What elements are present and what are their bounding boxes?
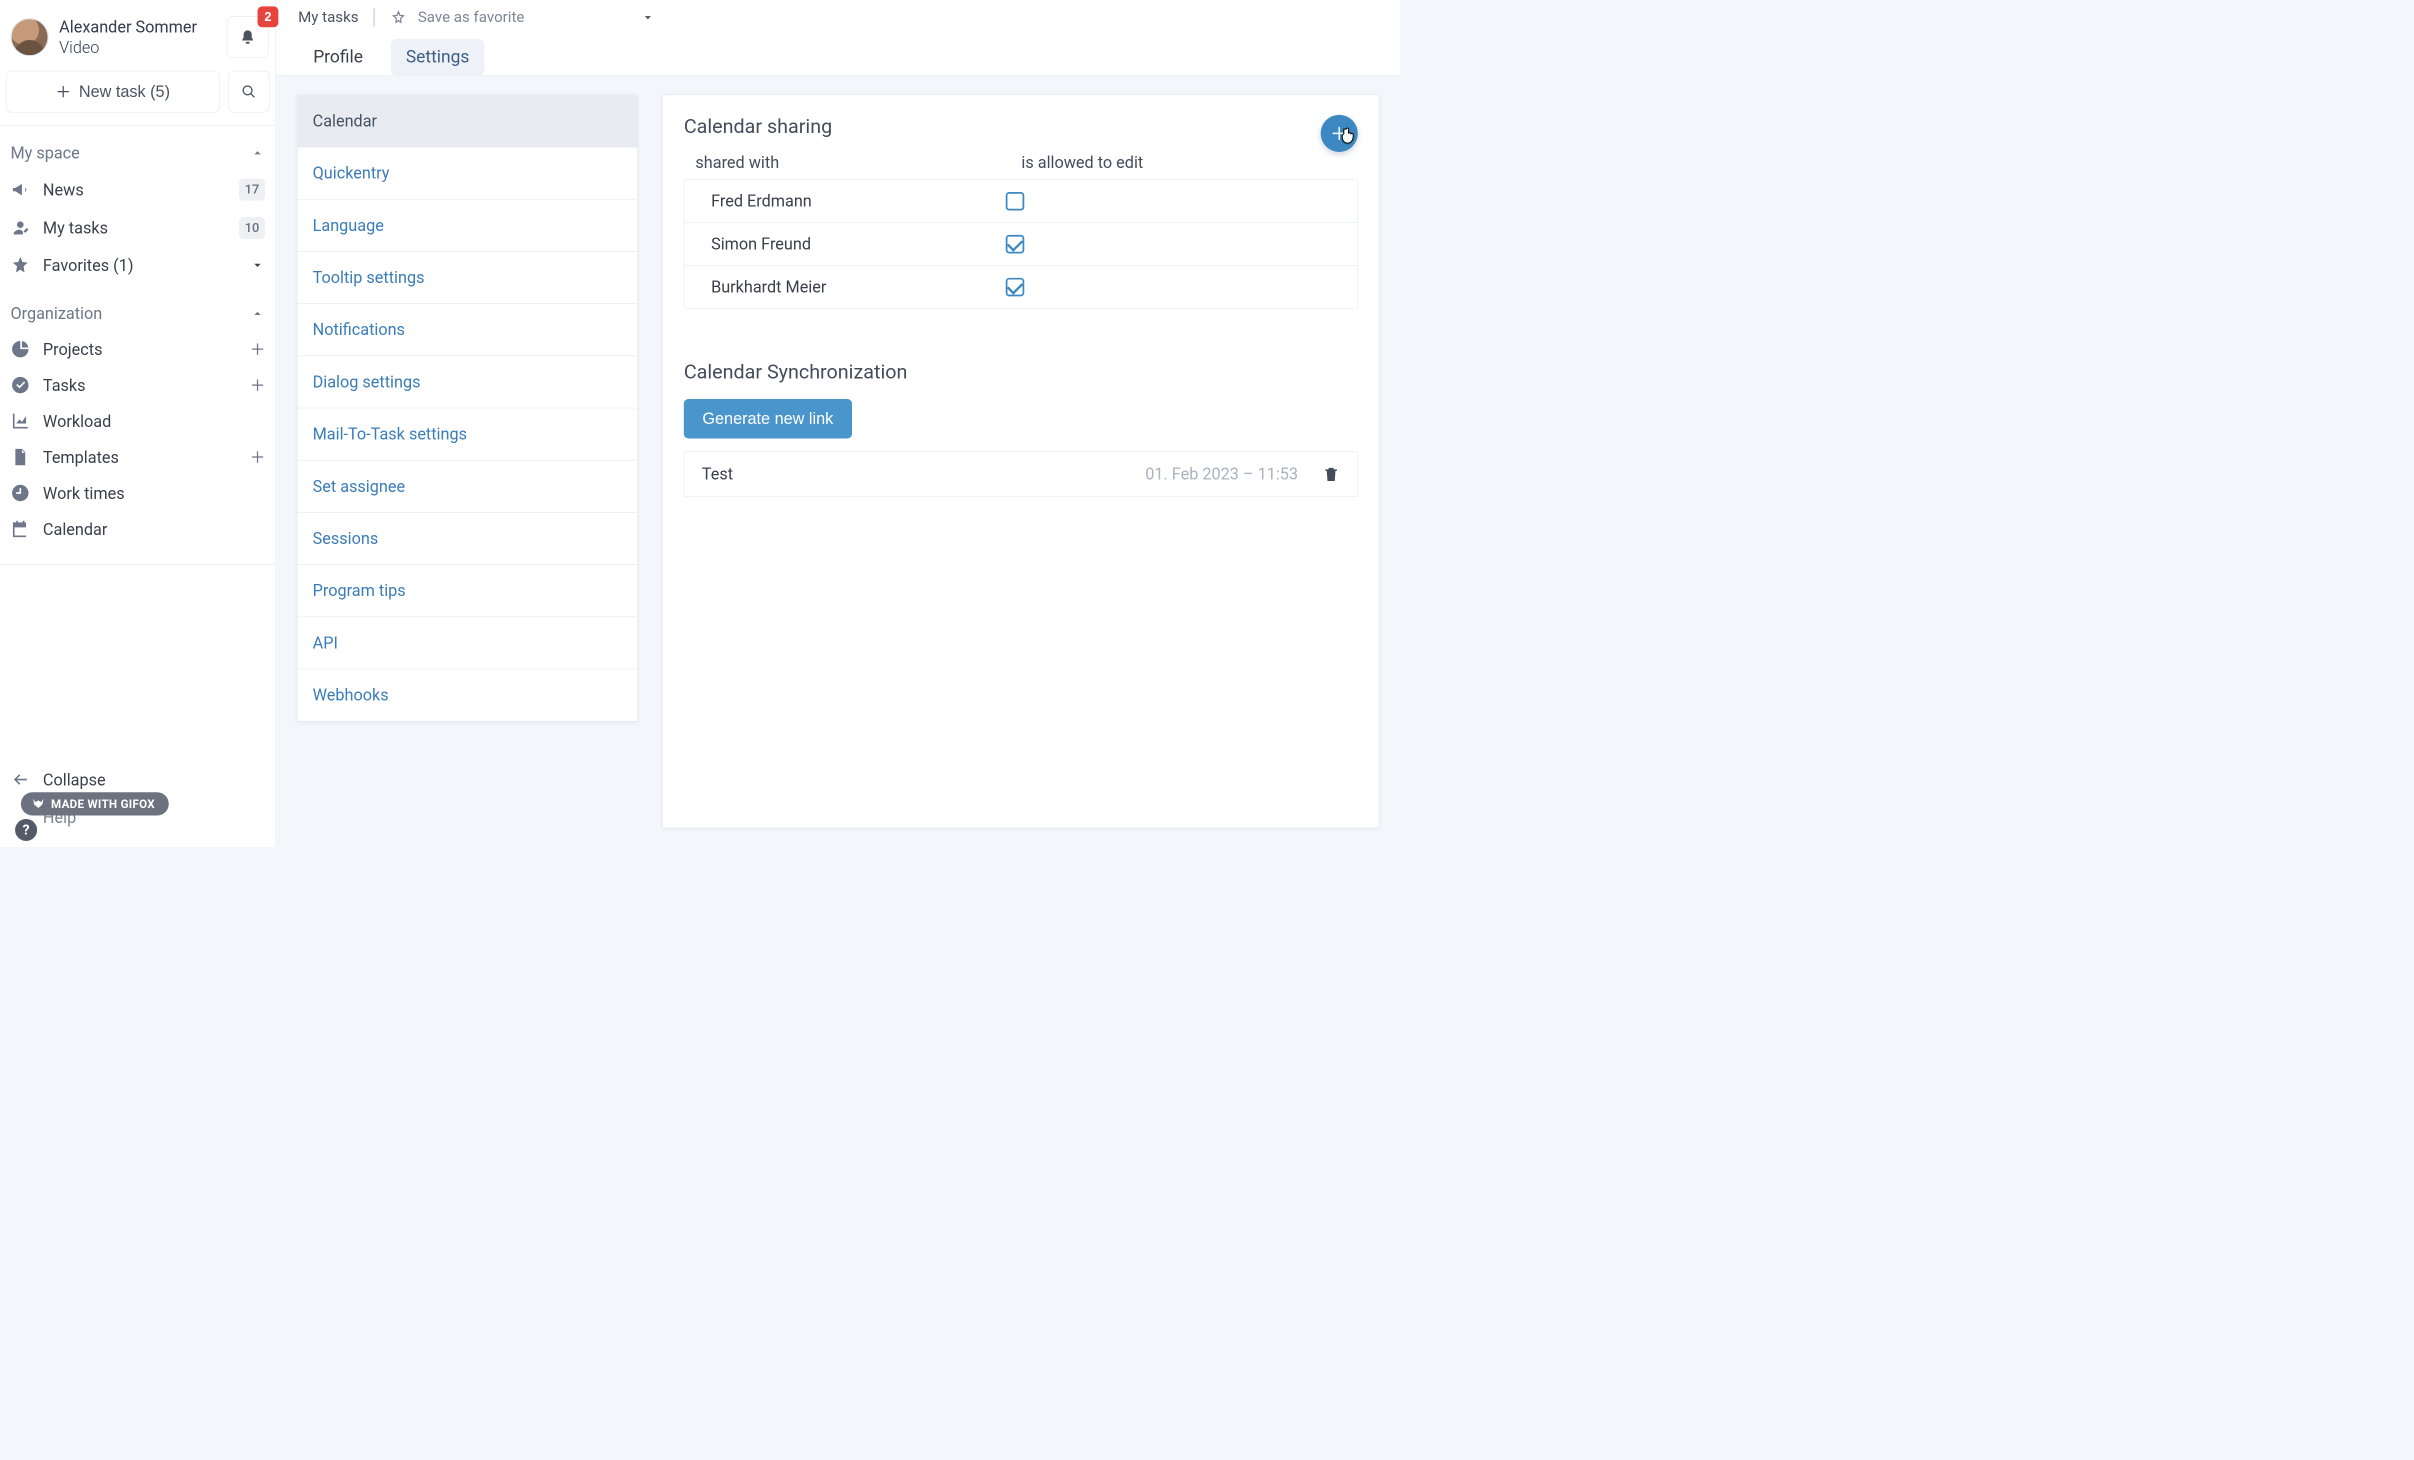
crumb-separator: │ [370, 8, 379, 26]
nav-header-organization[interactable]: Organization [7, 299, 269, 331]
tab-settings[interactable]: Settings [391, 39, 485, 76]
chevron-up-icon [250, 306, 265, 321]
clock-icon [10, 483, 30, 503]
breadcrumb: My tasks │ Save as favorite [298, 6, 1385, 32]
tab-profile[interactable]: Profile [298, 39, 378, 76]
settings-nav-sessions[interactable]: Sessions [298, 513, 638, 565]
search-icon [241, 84, 256, 99]
edit-checkbox[interactable] [1006, 235, 1025, 254]
settings-nav-quickentry[interactable]: Quickentry [298, 147, 638, 199]
col-allowed-edit: is allowed to edit [1021, 153, 1346, 172]
main: My tasks │ Save as favorite Profile Sett… [276, 0, 1400, 847]
notifications-button[interactable]: 2 [227, 16, 269, 58]
cursor-hand-icon [1339, 128, 1358, 147]
user-name: Alexander Sommer [59, 17, 216, 37]
link-date: 01. Feb 2023 – 11:53 [1145, 465, 1298, 484]
settings-nav-language[interactable]: Language [298, 200, 638, 252]
megaphone-icon [10, 180, 30, 200]
avatar[interactable] [10, 18, 48, 56]
settings-nav-tooltip[interactable]: Tooltip settings [298, 252, 638, 304]
new-task-label: New task (5) [79, 82, 170, 101]
save-favorite-label[interactable]: Save as favorite [418, 8, 525, 25]
star-icon [10, 255, 30, 275]
settings-nav-calendar[interactable]: Calendar [298, 95, 638, 147]
notifications-badge: 2 [258, 6, 279, 27]
document-icon [10, 447, 30, 467]
crumb-root[interactable]: My tasks [298, 8, 358, 25]
sidebar-item-projects[interactable]: Projects [7, 331, 269, 367]
badge: 17 [239, 179, 265, 201]
sidebar-item-my-tasks[interactable]: My tasks 10 [7, 209, 269, 247]
link-name: Test [702, 465, 1145, 484]
bell-icon [240, 29, 256, 45]
edit-checkbox[interactable] [1006, 192, 1025, 211]
settings-nav-program-tips[interactable]: Program tips [298, 565, 638, 617]
plus-icon[interactable] [250, 378, 265, 393]
gifox-badge: MADE WITH GIFOX [21, 792, 169, 815]
help-bubble-icon[interactable]: ? [15, 819, 37, 841]
fox-icon [31, 797, 45, 811]
user-check-icon [10, 218, 30, 238]
share-name: Burkhardt Meier [711, 277, 1006, 296]
nav-my-space: My space News 17 My tasks 10 Favorites (… [0, 126, 276, 287]
share-name: Fred Erdmann [711, 191, 1006, 210]
settings-nav: Calendar Quickentry Language Tooltip set… [297, 95, 638, 722]
sidebar-item-work-times[interactable]: Work times [7, 475, 269, 511]
settings-nav-set-assignee[interactable]: Set assignee [298, 461, 638, 513]
trash-icon[interactable] [1322, 465, 1339, 482]
edit-checkbox[interactable] [1006, 278, 1025, 297]
plus-icon [56, 84, 71, 99]
search-button[interactable] [228, 71, 270, 113]
chevron-down-icon [250, 258, 265, 273]
sharing-title: Calendar sharing [684, 115, 1358, 138]
settings-nav-dialog[interactable]: Dialog settings [298, 356, 638, 408]
chart-area-icon [10, 411, 30, 431]
nav-organization: Organization Projects Tasks Workload Tem… [0, 287, 276, 551]
badge: 10 [239, 217, 265, 239]
sidebar-item-calendar[interactable]: Calendar [7, 511, 269, 547]
sync-title: Calendar Synchronization [684, 361, 1358, 384]
sidebar-item-news[interactable]: News 17 [7, 171, 269, 209]
share-row: Fred Erdmann [684, 180, 1357, 223]
chevron-up-icon [250, 145, 265, 160]
share-table: Fred Erdmann Simon Freund Burkhardt Meie… [684, 179, 1358, 308]
content: Calendar Quickentry Language Tooltip set… [276, 76, 1400, 847]
user-info: Alexander Sommer Video [59, 17, 216, 58]
nav-header-my-space[interactable]: My space [7, 139, 269, 171]
sync-link-row: Test 01. Feb 2023 – 11:53 [684, 452, 1357, 497]
sidebar-item-workload[interactable]: Workload [7, 403, 269, 439]
topbar: My tasks │ Save as favorite Profile Sett… [276, 0, 1400, 76]
sidebar-item-favorites[interactable]: Favorites (1) [7, 247, 269, 283]
star-outline-icon[interactable] [391, 10, 406, 25]
sidebar: Alexander Sommer Video 2 New task (5) My… [0, 0, 276, 847]
tabs: Profile Settings [298, 32, 1385, 76]
settings-nav-webhooks[interactable]: Webhooks [298, 669, 638, 721]
calendar-icon [10, 519, 30, 539]
generate-link-button[interactable]: Generate new link [684, 399, 852, 438]
sidebar-item-templates[interactable]: Templates [7, 439, 269, 475]
settings-nav-api[interactable]: API [298, 617, 638, 669]
share-row: Burkhardt Meier [684, 266, 1357, 308]
col-shared-with: shared with [695, 153, 1021, 172]
check-circle-icon [10, 375, 30, 395]
sidebar-item-tasks[interactable]: Tasks [7, 367, 269, 403]
sync-link-list: Test 01. Feb 2023 – 11:53 [684, 451, 1358, 497]
share-table-header: shared with is allowed to edit [684, 153, 1358, 179]
settings-nav-mail-to-task[interactable]: Mail-To-Task settings [298, 408, 638, 460]
plus-icon[interactable] [250, 342, 265, 357]
calendar-settings-panel: Calendar sharing shared with is allowed … [662, 95, 1379, 829]
plus-icon[interactable] [250, 450, 265, 465]
user-sub: Video [59, 37, 216, 57]
share-row: Simon Freund [684, 223, 1357, 266]
pie-icon [10, 339, 30, 359]
chevron-down-icon[interactable] [640, 10, 655, 25]
share-name: Simon Freund [711, 234, 1006, 253]
settings-nav-notifications[interactable]: Notifications [298, 304, 638, 356]
new-task-button[interactable]: New task (5) [6, 71, 220, 113]
collapse-icon [10, 770, 30, 790]
